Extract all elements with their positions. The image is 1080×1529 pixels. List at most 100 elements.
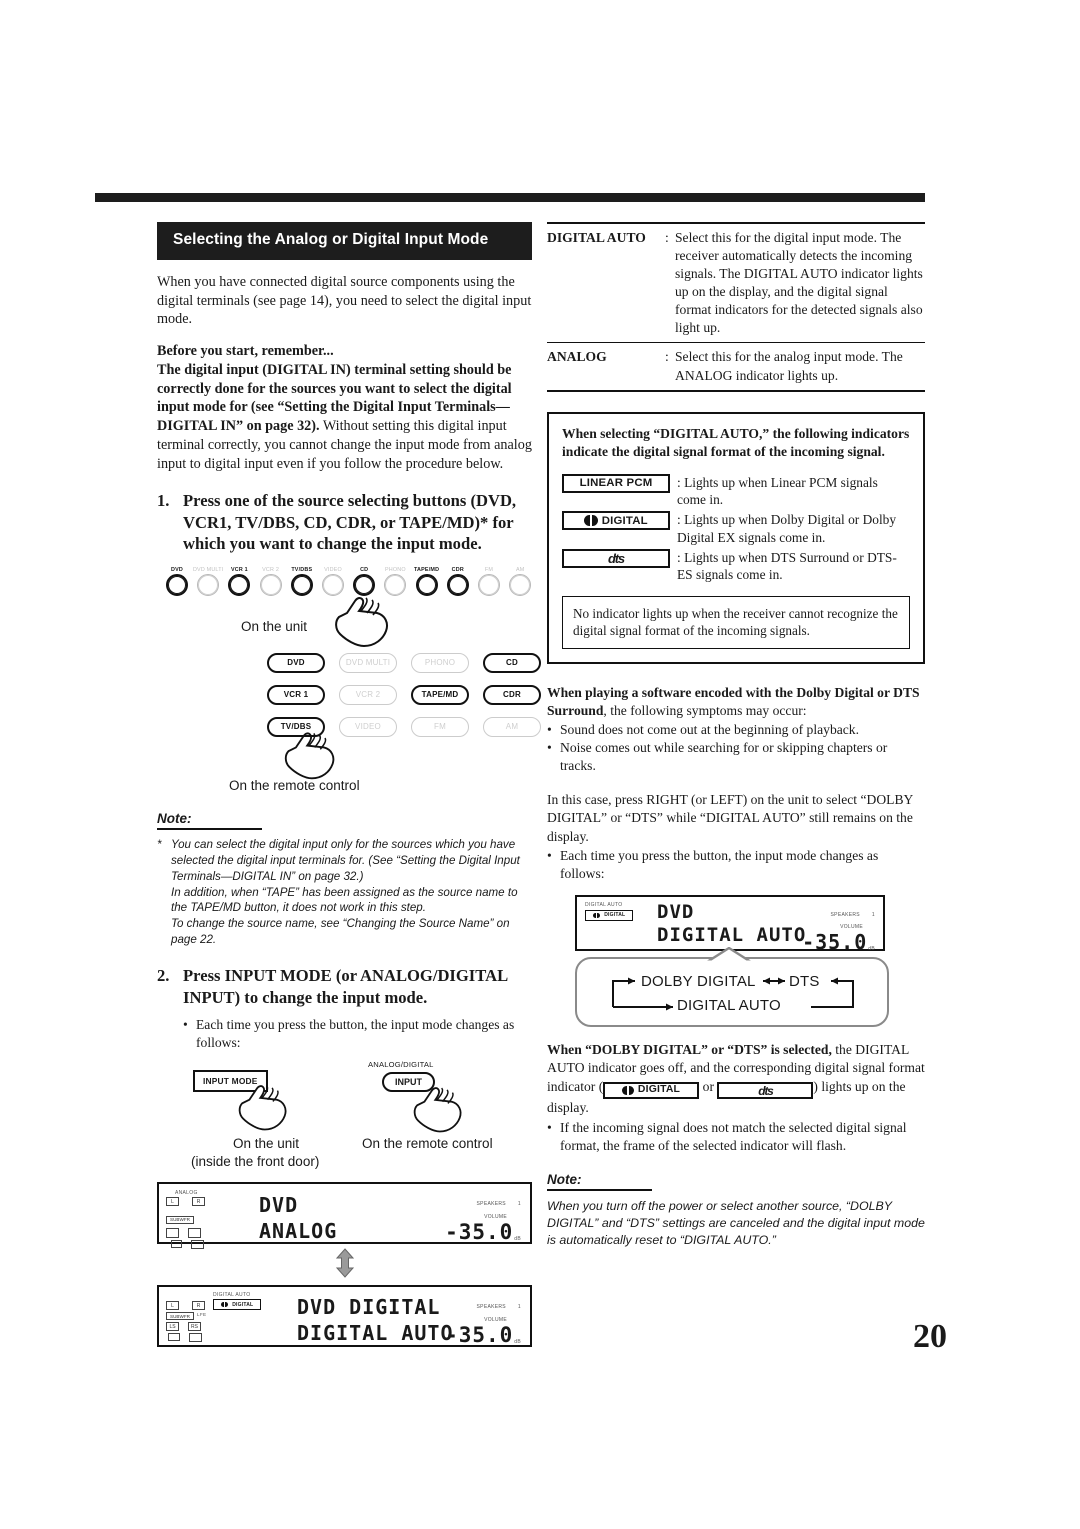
remote-button-vcr-1[interactable]: VCR 1 — [267, 684, 325, 705]
lcd2-indicators: L R SUBWFR LFE LS RS — [166, 1293, 207, 1343]
remote-button-video[interactable]: VIDEO — [339, 716, 397, 737]
lcd1-box-L: L — [166, 1197, 179, 1207]
unit-button-label: AM — [515, 566, 525, 573]
when-dolby-or: or — [702, 1078, 714, 1094]
row-colon-2: : — [665, 349, 669, 365]
lcd1-box-blank-4 — [191, 1240, 204, 1250]
lcd2-box-blank-1 — [168, 1333, 180, 1342]
note-heading-right: Note: — [547, 1171, 582, 1187]
lcd1-volume-unit: dB — [514, 1236, 521, 1243]
note-p2: In addition, when “TAPE” has been assign… — [171, 885, 518, 915]
linear-pcm-desc: : Lights up when Linear PCM signals come… — [677, 474, 878, 508]
inline-dolby-indicator: DIGITAL — [603, 1081, 700, 1099]
no-indicator-note: No indicator lights up when the receiver… — [562, 595, 910, 649]
caption-remote-input: On the remote control — [362, 1136, 493, 1152]
lcd1-indicators: ANALOG L R SUBWFR — [166, 1190, 205, 1250]
lcd3-line2: DIGITAL AUTO — [657, 923, 807, 946]
linear-pcm-indicator: LINEAR PCM — [562, 473, 670, 493]
dolby-digital-desc: : Lights up when Dolby Digital or Dolby … — [677, 512, 897, 545]
when-dolby-bullet-text: If the incoming signal does not match th… — [560, 1119, 907, 1154]
unit-button-am[interactable]: AM — [500, 567, 540, 596]
lcd1-speakers-label: SPEAKERS — [476, 1201, 506, 1208]
dts-desc: : Lights up when DTS Surround or DTS-ES … — [677, 549, 897, 583]
inline-dts-indicator: dts — [717, 1082, 814, 1100]
pointing-hand-icon-input — [413, 1087, 462, 1133]
section-title: Selecting the Analog or Digital Input Mo… — [157, 222, 532, 260]
in-this-case-block: In this case, press RIGHT (or LEFT) on t… — [547, 791, 925, 882]
symptom-2: • Noise comes out while searching for or… — [547, 739, 925, 775]
remote-button-fm[interactable]: FM — [411, 716, 469, 737]
lcd1-analog-label: ANALOG — [175, 1190, 198, 1197]
symptom-1: • Sound does not come out at the beginni… — [547, 721, 925, 739]
symptom-2-text: Noise comes out while searching for or s… — [560, 740, 888, 774]
lcd1-line1: DVD — [259, 1193, 299, 1218]
step-2-bullet: • Each time you press the button, the in… — [183, 1016, 532, 1052]
step-2: 2. Press INPUT MODE (or ANALOG/DIGITAL I… — [157, 965, 532, 1008]
remote-button-phono[interactable]: PHONO — [411, 652, 469, 673]
remote-button-tape-md[interactable]: TAPE/MD — [411, 684, 469, 705]
note-p3: To change the source name, see “Changing… — [171, 917, 510, 947]
note-body-left: * You can select the digital input only … — [157, 837, 532, 948]
lcd1-box-R: R — [192, 1197, 205, 1207]
unit-button-ring-icon — [259, 573, 282, 596]
unit-button-ring-icon — [446, 573, 469, 596]
caption-on-the-unit: On the unit — [241, 618, 308, 634]
dolby-double-d-icon — [220, 1302, 229, 1308]
remote-button-cd[interactable]: CD — [483, 652, 541, 673]
input-mode-cycle-diagram: DOLBY DIGITAL DTS DIGITAL AUTO — [575, 946, 889, 1027]
when-dolby-bold: When “DOLBY DIGITAL” or “DTS” is selecte… — [547, 1041, 832, 1057]
row-key-digital-auto: DIGITAL AUTO — [547, 230, 646, 245]
remote-source-buttons: DVD DVD MULTI PHONO CD VCR 1 VCR 2 TAPE/MD CDR T… — [157, 652, 541, 780]
lcd2-lfe-label: LFE — [197, 1312, 207, 1318]
lcd2-box-L: L — [166, 1301, 179, 1311]
lcd1-box-blank-2 — [188, 1228, 201, 1239]
dolby-double-d-icon-lcd3 — [592, 912, 601, 918]
unit-button-ring-icon — [290, 573, 313, 596]
lcd2-box-R: R — [192, 1301, 205, 1311]
bullet-dot-s2: • — [547, 740, 552, 756]
remote-button-vcr-2[interactable]: VCR 2 — [339, 684, 397, 705]
step-1-number: 1. — [157, 491, 170, 511]
lcd2-volume: -35.0 — [445, 1323, 514, 1348]
inline-dolby-text: DIGITAL — [637, 1084, 681, 1096]
unit-button-ring-icon — [509, 573, 532, 596]
row-value-analog: Select this for the analog input mode. T… — [675, 349, 903, 383]
unit-button-ring-icon — [415, 573, 438, 596]
note-star: * — [157, 837, 162, 851]
when-dolby-bullet: • If the incoming signal does not match … — [547, 1119, 925, 1156]
unit-button-ring-icon — [228, 573, 251, 596]
lcd2-box-SUBWFR: SUBWFR — [166, 1312, 194, 1321]
unit-button-ring-icon — [166, 573, 188, 596]
step-1: 1. Press one of the source selecting but… — [157, 490, 532, 555]
cycle-arrow — [157, 1248, 532, 1283]
bullet-dot-w: • — [547, 1119, 552, 1135]
lcd2-format-text: DIGITAL — [232, 1301, 254, 1308]
table-row-analog: ANALOG : Select this for the analog inpu… — [547, 343, 925, 389]
lcd1-speakers-value: 1 — [517, 1201, 521, 1208]
lcd-display-digital-auto: DIGITAL AUTO DIGITAL DVD DIGITAL AUTO SP… — [575, 894, 885, 954]
step-2-text: Press INPUT MODE (or ANALOG/DIGITAL INPU… — [183, 966, 508, 1007]
remote-button-cdr[interactable]: CDR — [483, 684, 541, 705]
left-column: Selecting the Analog or Digital Input Mo… — [157, 222, 541, 1348]
each-time-bullet-text: Each time you press the button, the inpu… — [560, 847, 879, 881]
remote-button-dvd-multi[interactable]: DVD MULTI — [339, 652, 397, 673]
cycle-arrows — [612, 977, 854, 1011]
row-colon-1: : — [665, 230, 669, 245]
remote-button-dvd[interactable]: DVD — [267, 652, 325, 673]
remote-button-am[interactable]: AM — [483, 716, 541, 737]
lcd3-dolby-indicator: DIGITAL — [585, 909, 633, 921]
note-underline-left — [157, 827, 262, 830]
remote-button-tv-dbs[interactable]: TV/DBS — [267, 716, 325, 737]
bullet-dot-s1: • — [547, 722, 552, 738]
indicator-row-dts: dts : Lights up when DTS Surround or DTS… — [562, 548, 910, 584]
symptom-1-text: Sound does not come out at the beginning… — [560, 722, 860, 738]
dts-logo-text: dts — [608, 550, 625, 566]
pointing-hand-icon — [335, 596, 388, 647]
lcd3-speakers-value: 1 — [871, 911, 875, 918]
lcd2-line1: DVD DIGITAL — [297, 1295, 441, 1320]
lcd1-box-blank-3 — [171, 1240, 182, 1249]
lcd2-line2: DIGITAL AUTO — [297, 1321, 454, 1346]
before-you-start: Before you start, remember... The digita… — [157, 342, 532, 473]
unit-button-ring-icon — [197, 573, 220, 596]
in-this-case-text: In this case, press RIGHT (or LEFT) on t… — [547, 792, 913, 844]
